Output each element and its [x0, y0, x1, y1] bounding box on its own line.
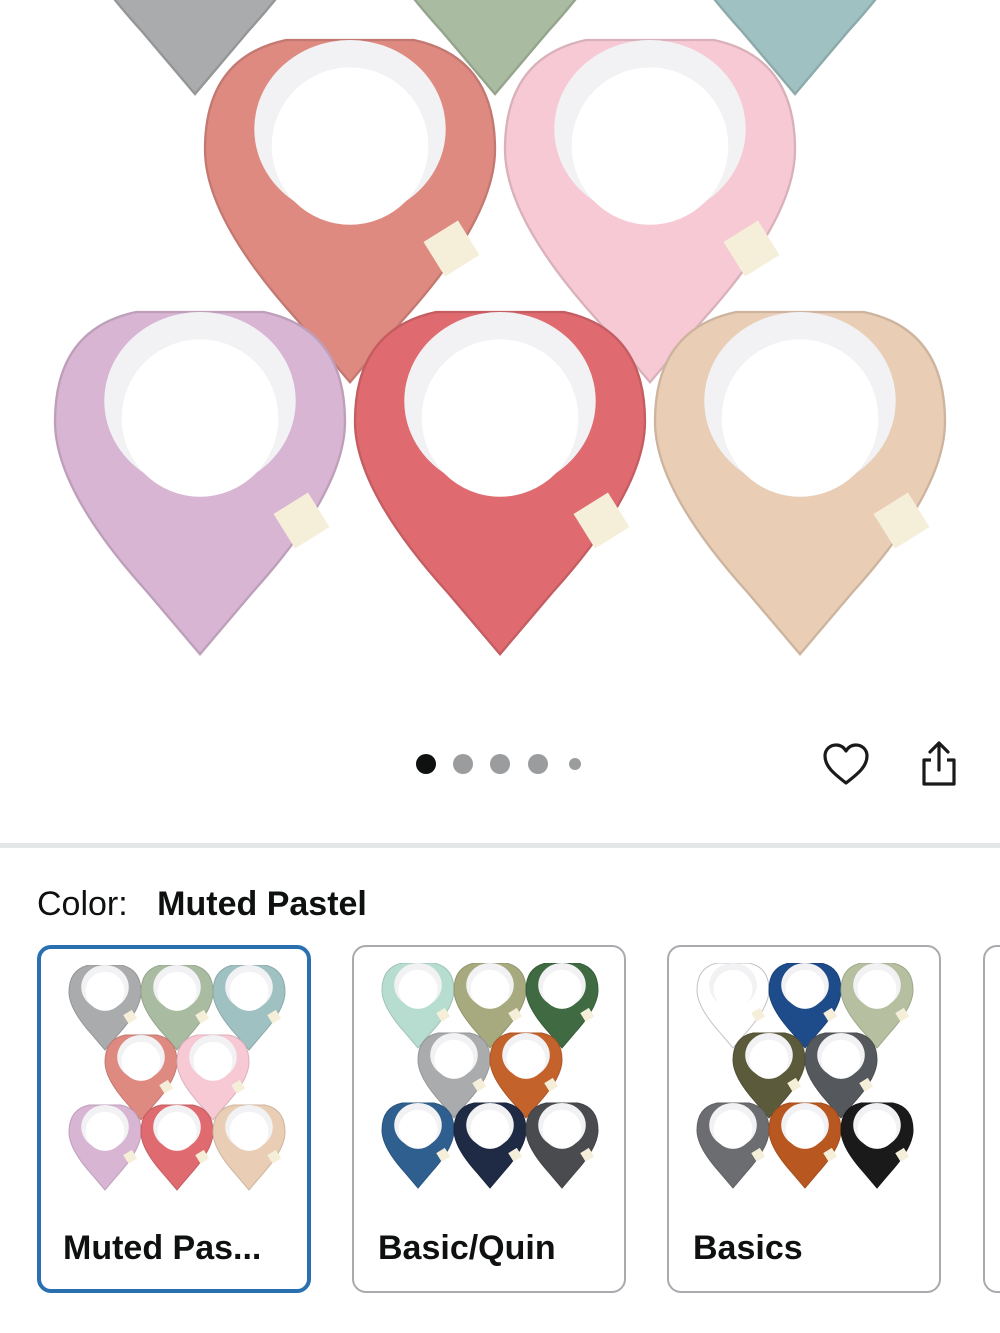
section-divider: [0, 843, 1000, 848]
selected-color-value: Muted Pastel: [157, 885, 367, 923]
product-image[interactable]: [0, 0, 1000, 700]
color-option-label: Basic/Quin: [378, 1229, 556, 1267]
bibs-illustration: [53, 0, 947, 656]
swatch-thumbnail: [381, 963, 599, 1189]
pager-dot[interactable]: [453, 754, 473, 774]
bib: [768, 1102, 842, 1189]
bib: [453, 1102, 527, 1189]
bib: [653, 310, 947, 656]
bib: [53, 310, 347, 656]
bib: [381, 1102, 455, 1189]
bib: [696, 1102, 770, 1189]
color-option-basic-quin[interactable]: Basic/Quin: [352, 945, 626, 1293]
bib: [525, 1102, 599, 1189]
color-label: Color:: [37, 885, 128, 923]
bib: [68, 1104, 142, 1191]
bib: [840, 1102, 914, 1189]
bib: [353, 310, 647, 656]
color-option-next[interactable]: [983, 945, 1000, 1293]
share-icon: [922, 741, 956, 786]
color-label-row: Color: Muted Pastel: [37, 882, 367, 926]
color-option-label: Muted Pas...: [63, 1229, 262, 1267]
color-option-muted-pastel[interactable]: Muted Pas...: [37, 945, 311, 1293]
bib: [140, 1104, 214, 1191]
heart-outline-icon: [823, 743, 869, 785]
color-option-label: Basics: [693, 1229, 803, 1267]
favorite-button[interactable]: [818, 738, 874, 790]
swatch-thumbnail: [68, 965, 286, 1191]
share-button[interactable]: [914, 736, 964, 792]
pager-dot[interactable]: [569, 758, 581, 770]
bib: [212, 1104, 286, 1191]
swatch-thumbnail: [696, 963, 914, 1189]
pager-dot[interactable]: [416, 754, 436, 774]
pager-dot[interactable]: [490, 754, 510, 774]
pager-dot[interactable]: [528, 754, 548, 774]
color-option-basics[interactable]: Basics: [667, 945, 941, 1293]
